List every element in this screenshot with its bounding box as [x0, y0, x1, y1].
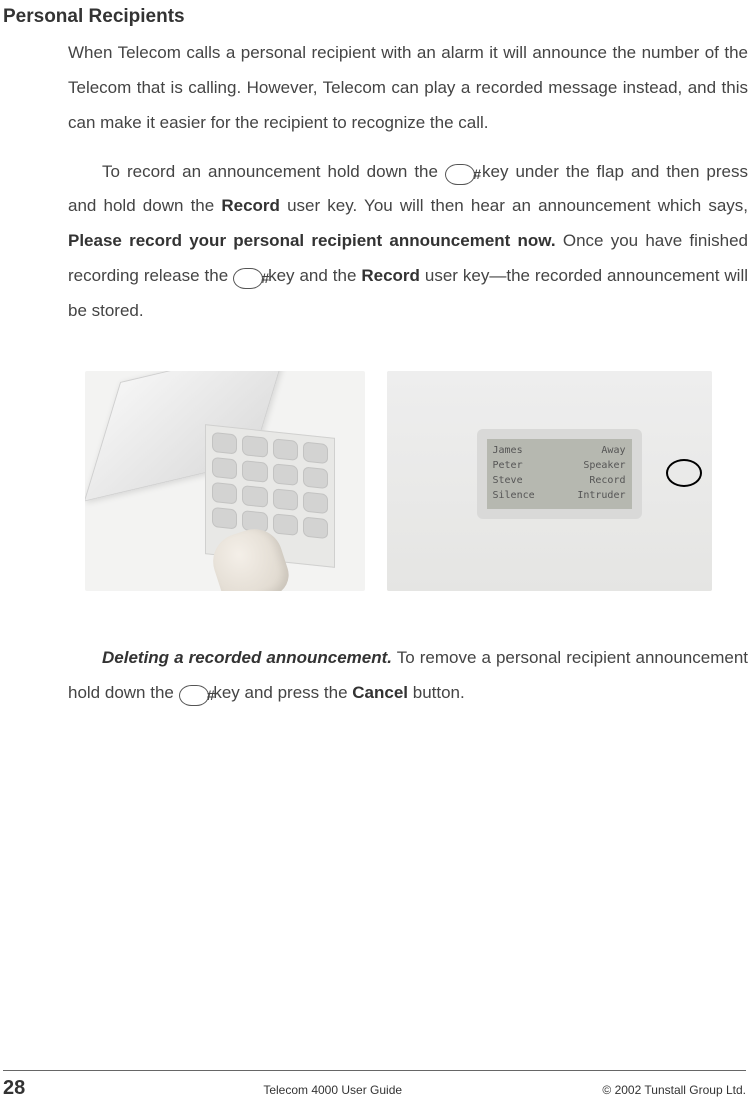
paragraph-recording: To record an announcement hold down the … [68, 155, 748, 329]
text-fragment: To record an announcement hold down the [102, 162, 445, 181]
footer-divider [3, 1070, 746, 1071]
screen-row-left: Peter [493, 459, 560, 474]
hash-key-icon: # [179, 685, 209, 706]
device-screen-frame: JamesAway PeterSpeaker SteveRecord Silen… [477, 429, 642, 519]
record-key-label: Record [221, 196, 280, 215]
page-number: 28 [3, 1077, 63, 1100]
text-fragment: key and press the [213, 683, 352, 702]
figure-row: JamesAway PeterSpeaker SteveRecord Silen… [0, 343, 756, 641]
screen-row-left: Silence [493, 489, 560, 504]
subheading-inline: Deleting a recorded announcement. [102, 648, 392, 667]
device-screen: JamesAway PeterSpeaker SteveRecord Silen… [487, 439, 632, 509]
screen-row-left: Steve [493, 474, 560, 489]
screen-row-right: Record [559, 474, 626, 489]
screen-row-right: Intruder [559, 489, 626, 504]
section-heading: Personal Recipients [0, 0, 756, 36]
footer-copyright: © 2002 Tunstall Group Ltd. [602, 1083, 746, 1097]
paragraph-intro: When Telecom calls a personal recipient … [68, 36, 748, 141]
hash-key-icon: # [445, 164, 475, 185]
figure-device-screen: JamesAway PeterSpeaker SteveRecord Silen… [387, 371, 712, 591]
screen-row-right: Speaker [559, 459, 626, 474]
screen-row-left: James [493, 444, 560, 459]
paragraph-deleting: Deleting a recorded announcement. To rem… [68, 641, 748, 711]
page-footer: 28 Telecom 4000 User Guide © 2002 Tunsta… [0, 1070, 756, 1100]
record-key-label: Record [361, 266, 420, 285]
callout-circle-icon [666, 459, 702, 487]
text-fragment: button. [413, 683, 465, 702]
voice-prompt-text: Please record your personal recipient an… [68, 231, 556, 250]
text-fragment: user key. You will then hear an announce… [287, 196, 748, 215]
footer-title: Telecom 4000 User Guide [63, 1083, 602, 1097]
figure-keypad-hand [85, 371, 365, 591]
text-fragment: key and the [268, 266, 361, 285]
screen-row-right: Away [559, 444, 626, 459]
hash-key-icon: # [233, 268, 263, 289]
cancel-button-label: Cancel [352, 683, 408, 702]
